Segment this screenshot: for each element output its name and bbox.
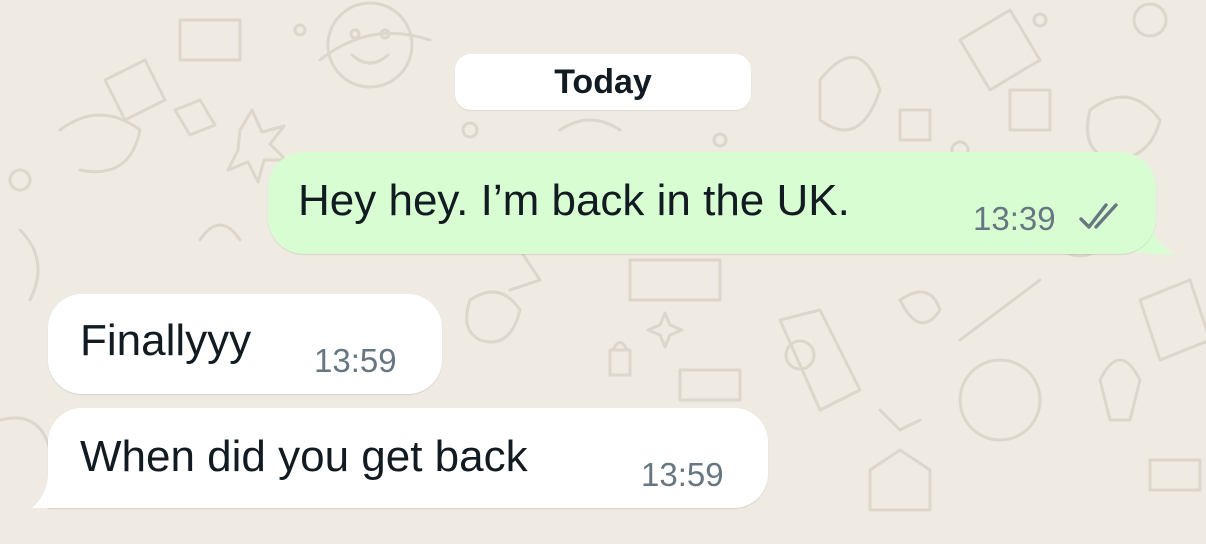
date-divider-label: Today [554, 62, 652, 101]
message-text: When did you get back [80, 432, 528, 481]
message-text: Hey hey. I’m back in the UK. [298, 176, 850, 225]
message-bubble-incoming[interactable]: When did you get back 13:59 [48, 408, 768, 508]
message-time: 13:59 [641, 456, 724, 493]
message-text: Finallyyy [80, 316, 252, 365]
message-time: 13:39 [973, 200, 1056, 237]
message-time: 13:59 [314, 342, 397, 379]
double-check-icon [1079, 203, 1118, 229]
message-bubble-outgoing[interactable]: Hey hey. I’m back in the UK. 13:39 [268, 152, 1156, 254]
message-bubble-incoming[interactable]: Finallyyy 13:59 [48, 294, 442, 394]
date-divider: Today [455, 54, 751, 110]
